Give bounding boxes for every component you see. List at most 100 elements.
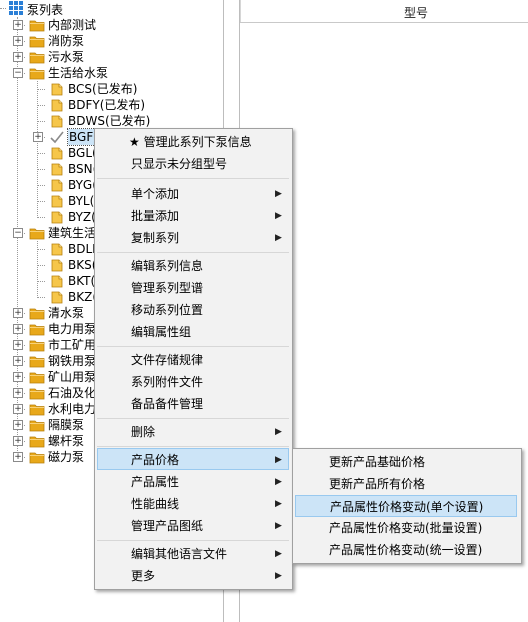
folder-icon — [29, 338, 45, 352]
expand-icon[interactable]: + — [13, 340, 23, 350]
context-menu: ★ 管理此系列下泵信息 只显示未分组型号 单个添加 ▶ 批量添加 ▶ 复制系列 ▶ 编辑系列信息… — [94, 128, 293, 590]
expand-icon[interactable]: + — [13, 324, 23, 334]
menu-item-performance-curve[interactable]: 性能曲线 ▶ — [97, 493, 289, 515]
menu-item-series-attachments[interactable]: 系列附件文件 — [97, 371, 289, 393]
collapse-icon[interactable]: − — [13, 228, 23, 238]
tree-node-label[interactable]: 电力用泵 — [48, 321, 96, 337]
tree-node-label[interactable]: 螺杆泵 — [48, 433, 84, 449]
menu-item-label: 产品属性价格变动(批量设置) — [329, 521, 483, 535]
menu-item-batch-add[interactable]: 批量添加 ▶ — [97, 205, 289, 227]
menu-item-delete[interactable]: 删除 ▶ — [97, 421, 289, 443]
expand-icon[interactable]: + — [13, 420, 23, 430]
menu-item-edit-attr-group[interactable]: 编辑属性组 — [97, 321, 289, 343]
collapse-icon[interactable]: − — [13, 68, 23, 78]
tree-line — [37, 249, 45, 250]
tree-node-label[interactable]: 钢铁用泵 — [48, 353, 96, 369]
tree-node-label[interactable]: BSN( — [68, 161, 97, 177]
tree-node-label[interactable]: BYZ( — [68, 209, 96, 225]
tree-node-category[interactable]: + 内部测试 — [0, 17, 220, 33]
folder-icon — [29, 306, 45, 320]
menu-item-move-series[interactable]: 移动系列位置 — [97, 299, 289, 321]
submenu-item-attr-price-batch[interactable]: 产品属性价格变动(批量设置) — [295, 517, 517, 539]
tree-node-label[interactable]: 生活给水泵 — [48, 65, 108, 81]
folder-icon — [29, 402, 45, 416]
tree-node-series[interactable]: BDWS(已发布) — [0, 113, 220, 129]
menu-item-label: 删除 — [131, 425, 156, 439]
menu-item-spare-parts[interactable]: 备品备件管理 — [97, 393, 289, 415]
menu-item-manage-drawings[interactable]: 管理产品图纸 ▶ — [97, 515, 289, 537]
expand-icon[interactable]: + — [33, 132, 43, 142]
tree-node-label[interactable]: 矿山用泵 — [48, 369, 96, 385]
folder-icon — [29, 418, 45, 432]
menu-item-label: 管理产品图纸 — [131, 519, 204, 533]
column-divider — [240, 0, 241, 22]
folder-icon — [29, 50, 45, 64]
folder-icon — [29, 386, 45, 400]
tree-node-category[interactable]: + 污水泵 — [0, 49, 220, 65]
tree-node-label[interactable]: BKT( — [68, 273, 95, 289]
column-header-model[interactable]: 型号 — [404, 4, 428, 21]
tree-line — [37, 201, 45, 202]
menu-item-product-price[interactable]: 产品价格 ▶ — [97, 449, 289, 471]
submenu-item-attr-price-single[interactable]: 产品属性价格变动(单个设置) — [295, 495, 517, 517]
tree-node-label[interactable]: 清水泵 — [48, 305, 84, 321]
tree-node-label[interactable]: 石油及化 — [48, 385, 96, 401]
menu-item-product-attributes[interactable]: 产品属性 ▶ — [97, 471, 289, 493]
tree-line — [37, 121, 45, 122]
menu-item-manage-series-spectrum[interactable]: 管理系列型谱 — [97, 277, 289, 299]
submenu-item-update-base-price[interactable]: 更新产品基础价格 — [295, 451, 517, 473]
menu-separator — [97, 178, 289, 179]
menu-item-file-storage-rule[interactable]: 文件存储规律 — [97, 349, 289, 371]
expand-icon[interactable]: + — [13, 308, 23, 318]
tree-node-label[interactable]: BDFY(已发布) — [68, 97, 145, 113]
tree-node-label[interactable]: BKS( — [68, 257, 96, 273]
menu-item-label: 性能曲线 — [131, 497, 180, 511]
menu-item-label: 编辑其他语言文件 — [131, 547, 228, 561]
tree-node-label[interactable]: BCS(已发布) — [68, 81, 137, 97]
tree-node-label[interactable]: BYG( — [68, 177, 97, 193]
menu-item-show-ungrouped[interactable]: 只显示未分组型号 — [97, 153, 289, 175]
expand-icon[interactable]: + — [13, 356, 23, 366]
menu-separator — [97, 446, 289, 447]
price-submenu: 更新产品基础价格 更新产品所有价格 产品属性价格变动(单个设置) 产品属性价格变动(批… — [292, 448, 522, 564]
tree-node-label[interactable]: 内部测试 — [48, 17, 96, 33]
menu-item-label: 备品备件管理 — [131, 397, 204, 411]
tree-node-category[interactable]: − 生活给水泵 — [0, 65, 220, 81]
expand-icon[interactable]: + — [13, 36, 23, 46]
tree-node-series[interactable]: BDFY(已发布) — [0, 97, 220, 113]
submenu-item-update-all-prices[interactable]: 更新产品所有价格 — [295, 473, 517, 495]
tree-line — [37, 217, 45, 218]
submenu-item-attr-price-unified[interactable]: 产品属性价格变动(统一设置) — [295, 539, 517, 561]
tree-node-label[interactable]: 建筑生活 — [48, 225, 96, 241]
expand-icon[interactable]: + — [13, 52, 23, 62]
menu-item-edit-series-info[interactable]: 编辑系列信息 — [97, 255, 289, 277]
menu-item-more[interactable]: 更多 ▶ — [97, 565, 289, 587]
tree-root-label[interactable]: 泵列表 — [27, 1, 63, 18]
expand-icon[interactable]: + — [13, 436, 23, 446]
menu-item-copy-series[interactable]: 复制系列 ▶ — [97, 227, 289, 249]
tree-node-label[interactable]: 隔膜泵 — [48, 417, 84, 433]
menu-item-single-add[interactable]: 单个添加 ▶ — [97, 183, 289, 205]
tree-node-label[interactable]: BKZ( — [68, 289, 97, 305]
menu-item-label: 批量添加 — [131, 209, 180, 223]
menu-item-manage-pumps[interactable]: ★ 管理此系列下泵信息 — [97, 131, 289, 153]
submenu-arrow-icon: ▶ — [275, 455, 282, 465]
tree-node-label[interactable]: 消防泵 — [48, 33, 84, 49]
tree-node-series[interactable]: BCS(已发布) — [0, 81, 220, 97]
expand-icon[interactable]: + — [13, 452, 23, 462]
tree-node-label[interactable]: BDWS(已发布) — [68, 113, 150, 129]
tree-line — [37, 89, 45, 90]
tree-node-label[interactable]: 污水泵 — [48, 49, 84, 65]
tree-node-label[interactable]: 市工矿用 — [48, 337, 96, 353]
expand-icon[interactable]: + — [13, 20, 23, 30]
menu-item-edit-language-files[interactable]: 编辑其他语言文件 ▶ — [97, 543, 289, 565]
expand-icon[interactable]: + — [13, 404, 23, 414]
tree-node-label[interactable]: BYL( — [68, 193, 94, 209]
tree-node-label[interactable]: BGL( — [68, 145, 97, 161]
expand-icon[interactable]: + — [13, 372, 23, 382]
tree-node-label[interactable]: 水利电力 — [48, 401, 96, 417]
submenu-arrow-icon: ▶ — [275, 427, 282, 437]
tree-node-category[interactable]: + 消防泵 — [0, 33, 220, 49]
expand-icon[interactable]: + — [13, 388, 23, 398]
tree-node-label[interactable]: 磁力泵 — [48, 449, 84, 465]
